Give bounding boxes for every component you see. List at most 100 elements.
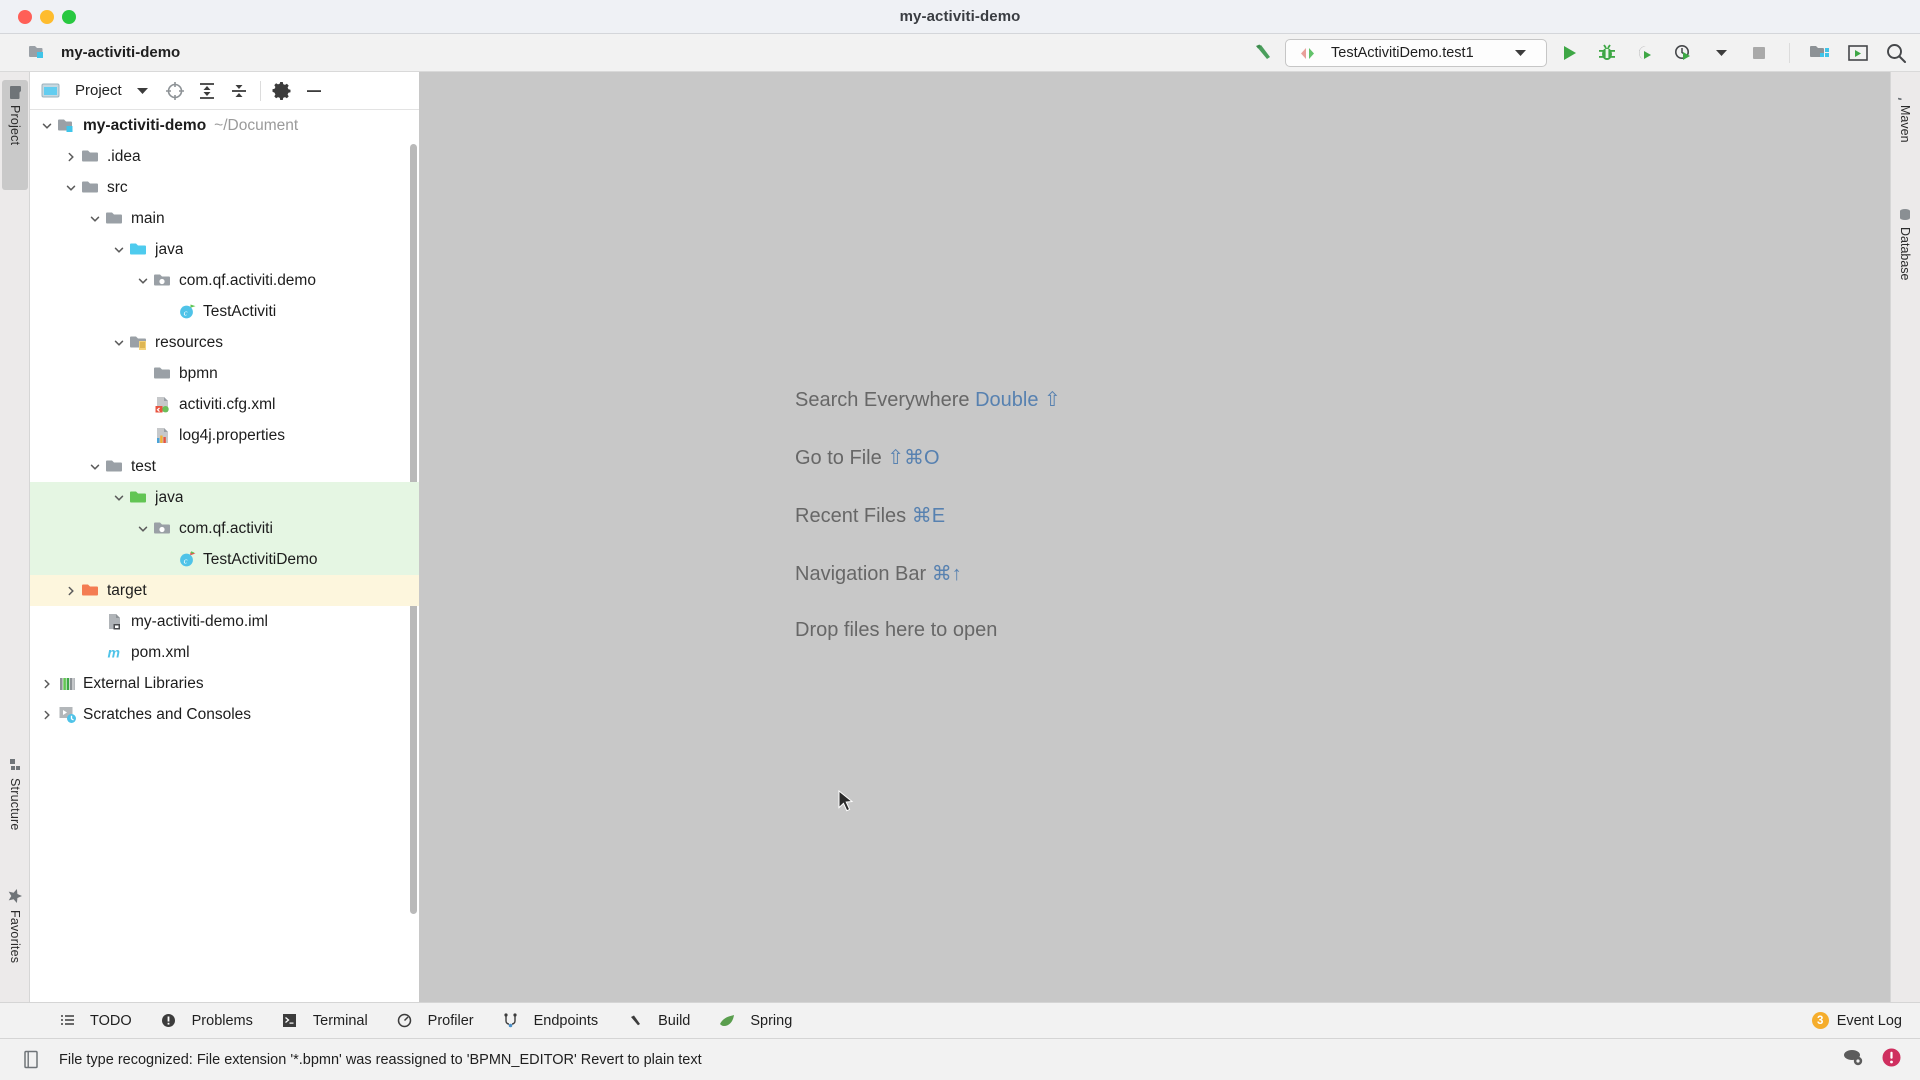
right-toolwindow-strip: m Maven Database — [1890, 72, 1920, 1030]
hammer-icon[interactable] — [1247, 38, 1279, 68]
chevron-down-icon[interactable] — [110, 492, 128, 504]
event-log-button[interactable]: 3 Event Log — [1811, 1012, 1902, 1029]
bottom-item-terminal[interactable]: Terminal — [279, 1013, 368, 1029]
hammer-icon — [624, 1013, 646, 1028]
window-title: my-activiti-demo — [899, 8, 1021, 25]
bottom-item-todo[interactable]: TODO — [56, 1013, 132, 1029]
libraries-icon — [56, 674, 78, 693]
status-message: File type recognized: File extension '*.… — [59, 1051, 702, 1068]
debug-button[interactable] — [1591, 38, 1623, 68]
sidebar-item-project[interactable]: Project — [2, 80, 28, 190]
collapse-all-icon[interactable] — [224, 77, 254, 105]
tree-row[interactable]: my-activiti-demo.iml — [30, 606, 419, 637]
tree-row[interactable]: bpmn — [30, 358, 419, 389]
chevron-down-icon[interactable] — [134, 275, 152, 287]
bottom-item-profiler[interactable]: Profiler — [394, 1013, 474, 1029]
navbar-project[interactable]: my-activiti-demo — [26, 44, 180, 61]
tree-row-label: log4j.properties — [179, 426, 285, 444]
tree-row[interactable]: com.qf.activiti — [30, 513, 419, 544]
editor-hints: Search Everywhere Double ⇧ Go to File ⇧⌘O… — [795, 387, 1061, 642]
search-everywhere-button[interactable] — [1880, 38, 1912, 68]
project-tree[interactable]: my-activiti-demo ~/Document .idea src main ja… — [30, 110, 419, 1030]
svg-text:m: m — [107, 645, 119, 661]
run-configuration-selector[interactable]: TestActivitiDemo.test1 — [1285, 39, 1547, 67]
gear-icon[interactable] — [267, 77, 297, 105]
module-folder-icon — [26, 44, 48, 61]
svg-text:c: c — [183, 307, 187, 317]
bottom-item-build[interactable]: Build — [624, 1013, 690, 1029]
sidebar-item-database[interactable]: Database — [1892, 202, 1918, 337]
tree-row[interactable]: m pom.xml — [30, 637, 419, 668]
tree-row[interactable]: java — [30, 482, 419, 513]
chevron-down-icon[interactable] — [1509, 49, 1531, 57]
tree-row[interactable]: c TestActiviti — [30, 296, 419, 327]
chevron-down-icon[interactable] — [128, 77, 158, 105]
chevron-right-icon[interactable] — [62, 151, 80, 163]
stop-button[interactable] — [1743, 38, 1775, 68]
tree-row[interactable]: Scratches and Consoles — [30, 699, 419, 730]
tree-row[interactable]: my-activiti-demo ~/Document — [30, 110, 419, 141]
bottom-item-problems[interactable]: Problems — [158, 1013, 253, 1029]
editor-hint-shortcut: ⌘E — [911, 505, 946, 527]
chevron-right-icon[interactable] — [38, 709, 56, 721]
svg-text:c: c — [183, 555, 187, 565]
target-icon[interactable] — [160, 77, 190, 105]
presentation-button[interactable] — [1842, 38, 1874, 68]
profiler-icon — [394, 1013, 416, 1028]
tree-row[interactable]: c TestActivitiDemo — [30, 544, 419, 575]
tree-row-label: java — [155, 240, 184, 258]
bottom-item-label-build: Build — [658, 1012, 691, 1029]
close-button[interactable] — [18, 10, 32, 24]
properties-file-icon — [152, 426, 174, 445]
profile-button[interactable] — [1667, 38, 1699, 68]
tree-row[interactable]: java — [30, 234, 419, 265]
tree-row[interactable]: External Libraries — [30, 668, 419, 699]
editor-hint: Navigation Bar ⌘↑ — [795, 561, 1061, 586]
chevron-down-icon[interactable] — [134, 523, 152, 535]
bottom-item-spring[interactable]: Spring — [716, 1013, 792, 1029]
project-structure-button[interactable] — [1804, 38, 1836, 68]
tree-row-label: bpmn — [179, 364, 218, 382]
minimize-button[interactable] — [40, 10, 54, 24]
profile-dropdown[interactable] — [1705, 38, 1737, 68]
run-button[interactable] — [1553, 38, 1585, 68]
maximize-button[interactable] — [62, 10, 76, 24]
run-with-coverage-button[interactable] — [1629, 38, 1661, 68]
tree-row[interactable]: resources — [30, 327, 419, 358]
chevron-right-icon[interactable] — [62, 585, 80, 597]
tree-row[interactable]: test — [30, 451, 419, 482]
chevron-down-icon[interactable] — [86, 213, 104, 225]
tree-row[interactable]: activiti.cfg.xml — [30, 389, 419, 420]
tree-row[interactable]: src — [30, 172, 419, 203]
chevron-down-icon[interactable] — [38, 120, 56, 132]
error-notification-icon[interactable] — [1881, 1047, 1902, 1073]
tree-row[interactable]: target — [30, 575, 419, 606]
editor-hint: Drop files here to open — [795, 619, 1061, 642]
sidebar-item-label-project: Project — [8, 105, 22, 146]
tree-row-label: java — [155, 488, 184, 506]
sidebar-item-structure[interactable]: Structure — [2, 752, 28, 862]
tree-row[interactable]: main — [30, 203, 419, 234]
structure-icon — [8, 758, 22, 772]
tree-row[interactable]: com.qf.activiti.demo — [30, 265, 419, 296]
chevron-right-icon[interactable] — [38, 678, 56, 690]
folder-icon — [152, 365, 174, 383]
event-log-badge: 3 — [1811, 1012, 1829, 1029]
chevron-down-icon[interactable] — [86, 461, 104, 473]
sidebar-item-favorites[interactable]: Favorites — [2, 882, 28, 997]
chevron-down-icon[interactable] — [62, 182, 80, 194]
bottom-item-label-problems: Problems — [191, 1012, 253, 1029]
tree-row[interactable]: log4j.properties — [30, 420, 419, 451]
sidebar-item-maven[interactable]: m Maven — [1892, 80, 1918, 185]
sidebar-item-label-database: Database — [1898, 227, 1912, 281]
tree-row[interactable]: .idea — [30, 141, 419, 172]
bottom-item-endpoints[interactable]: Endpoints — [500, 1013, 598, 1029]
navbar-project-label: my-activiti-demo — [61, 44, 181, 61]
expand-all-icon[interactable] — [192, 77, 222, 105]
minus-icon[interactable] — [299, 77, 329, 105]
chevron-down-icon[interactable] — [110, 244, 128, 256]
background-tasks-icon[interactable] — [1841, 1047, 1865, 1072]
chevron-down-icon[interactable] — [110, 337, 128, 349]
editor-hint: Search Everywhere Double ⇧ — [795, 387, 1061, 412]
editor-empty-area[interactable]: Search Everywhere Double ⇧ Go to File ⇧⌘O… — [420, 72, 1890, 1030]
